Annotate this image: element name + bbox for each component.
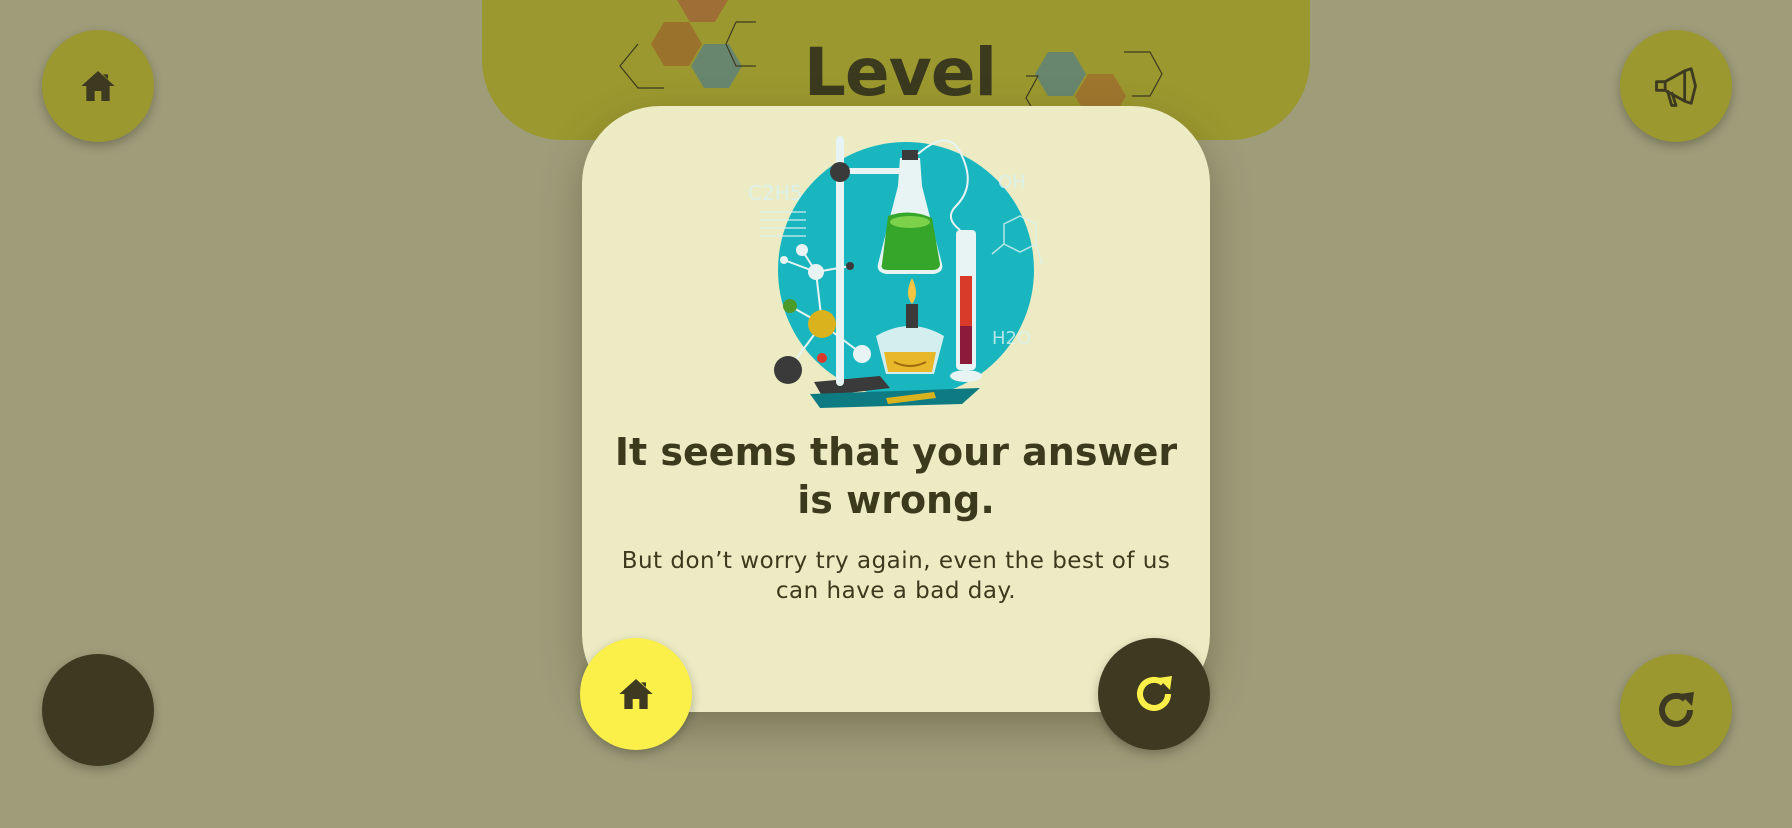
formula-bottom-text: H2O bbox=[992, 328, 1031, 349]
announcement-button[interactable] bbox=[1620, 30, 1732, 142]
dialog-retry-button[interactable] bbox=[1098, 638, 1210, 750]
dialog-home-button[interactable] bbox=[580, 638, 692, 750]
retry-icon bbox=[1659, 692, 1694, 727]
home-icon bbox=[81, 71, 115, 101]
formula-right-text: OH bbox=[998, 172, 1026, 193]
result-message: But don’t worry try again, even the best… bbox=[621, 548, 1171, 604]
retry-button[interactable] bbox=[1620, 654, 1732, 766]
blank-button[interactable] bbox=[42, 654, 154, 766]
hexagon-decoration-left bbox=[619, 0, 756, 89]
megaphone-icon bbox=[1655, 67, 1697, 107]
formula-left-text: C2H5 bbox=[748, 181, 802, 205]
result-headline: It seems that your answer is wrong. bbox=[614, 430, 1178, 522]
home-button[interactable] bbox=[42, 30, 154, 142]
chemistry-lab-illustration: C2H5 OH H2O bbox=[748, 136, 1043, 408]
retry-icon bbox=[1137, 676, 1172, 711]
home-icon bbox=[619, 679, 653, 709]
